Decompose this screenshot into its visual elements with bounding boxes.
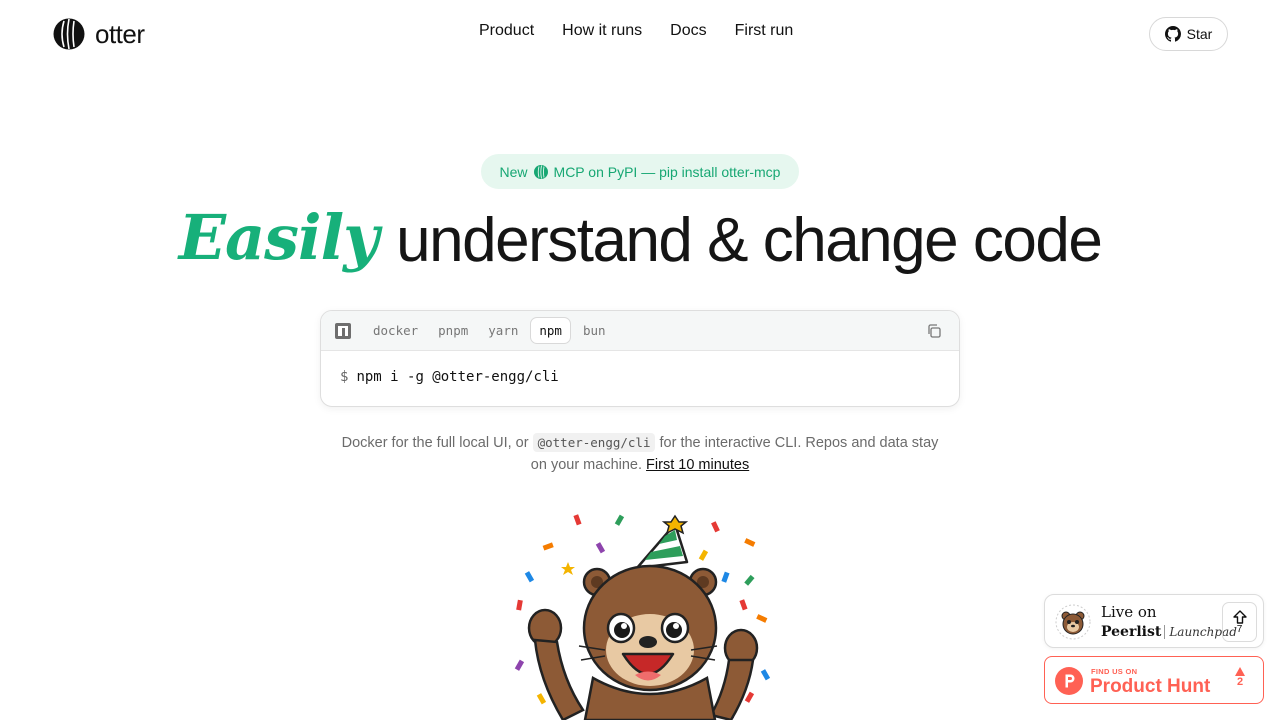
hero-headline-rest: understand & change code <box>396 206 1103 275</box>
subtext-part1: Docker for the full local UI, or <box>341 435 529 451</box>
otter-logo-icon <box>53 18 85 50</box>
main-nav: Product How it runs Docs First run <box>479 22 793 40</box>
peerlist-name: Peerlist <box>1101 624 1162 640</box>
hero-accent-word: Easily <box>178 201 379 274</box>
brand-name: otter <box>95 18 145 49</box>
peerlist-upvote-button[interactable]: 7 <box>1222 602 1257 642</box>
tab-docker[interactable]: docker <box>365 318 426 343</box>
github-star-button[interactable]: Star <box>1149 17 1228 51</box>
copy-icon[interactable] <box>926 323 942 339</box>
install-command-box: docker pnpm yarn npm bun $ npm i -g @otte… <box>320 310 960 407</box>
party-hat <box>635 514 689 570</box>
tab-yarn[interactable]: yarn <box>480 318 526 343</box>
arrow-up-icon <box>1232 609 1247 624</box>
triangle-up-icon <box>1235 667 1245 676</box>
logo[interactable]: otter <box>53 18 145 50</box>
nav-link-how-it-runs[interactable]: How it runs <box>562 22 642 40</box>
ph-upvote[interactable]: 2 <box>1235 667 1245 688</box>
ph-find-us-on: FIND US ON <box>1091 667 1138 676</box>
announcement-text: MCP on PyPI — pip install otter-mcp <box>553 163 781 180</box>
otter-party-mascot <box>514 514 771 720</box>
new-label: New <box>499 163 528 180</box>
ph-vote-count: 2 <box>1236 676 1244 688</box>
ph-name: Product Hunt <box>1090 676 1211 697</box>
github-icon <box>1164 26 1181 42</box>
command-text: npm i -g @otter-engg/cli <box>356 369 559 385</box>
first-10-minutes-link[interactable]: First 10 minutes <box>646 457 749 473</box>
peerlist-text: Live on Peerlist Launchpad <box>1101 603 1237 640</box>
nav-link-docs[interactable]: Docs <box>670 22 706 40</box>
header: otter Product How it runs Docs First run… <box>0 0 1280 68</box>
peerlist-otter-avatar-icon <box>1055 604 1091 640</box>
npm-icon <box>335 322 351 339</box>
nav-link-first-run[interactable]: First run <box>735 22 794 40</box>
peerlist-vote-count: 7 <box>1236 623 1243 635</box>
tab-bun[interactable]: bun <box>575 318 614 343</box>
hero-headline: Easily understand & change code <box>0 201 1280 276</box>
star-label: Star <box>1186 26 1213 42</box>
package-manager-tabs: docker pnpm yarn npm bun <box>321 311 959 351</box>
shell-prompt: $ <box>340 369 349 385</box>
otter-mini-icon <box>533 164 548 179</box>
peerlist-launchpad-badge[interactable]: Live on Peerlist Launchpad 7 <box>1044 594 1264 648</box>
producthunt-badge[interactable]: FIND US ON Product Hunt 2 <box>1044 656 1264 704</box>
hero-subtext: Docker for the full local UI, or @otter-… <box>340 432 940 476</box>
install-command[interactable]: $ npm i -g @otter-engg/cli <box>321 351 959 403</box>
tab-pnpm[interactable]: pnpm <box>430 318 476 343</box>
peerlist-live-on: Live on <box>1101 603 1157 621</box>
producthunt-logo-icon <box>1055 667 1083 695</box>
announcement-pill[interactable]: New MCP on PyPI — pip install otter-mcp <box>481 154 799 189</box>
tab-npm[interactable]: npm <box>530 317 571 344</box>
cli-package-code: @otter-engg/cli <box>532 433 656 452</box>
nav-link-product[interactable]: Product <box>479 22 534 40</box>
